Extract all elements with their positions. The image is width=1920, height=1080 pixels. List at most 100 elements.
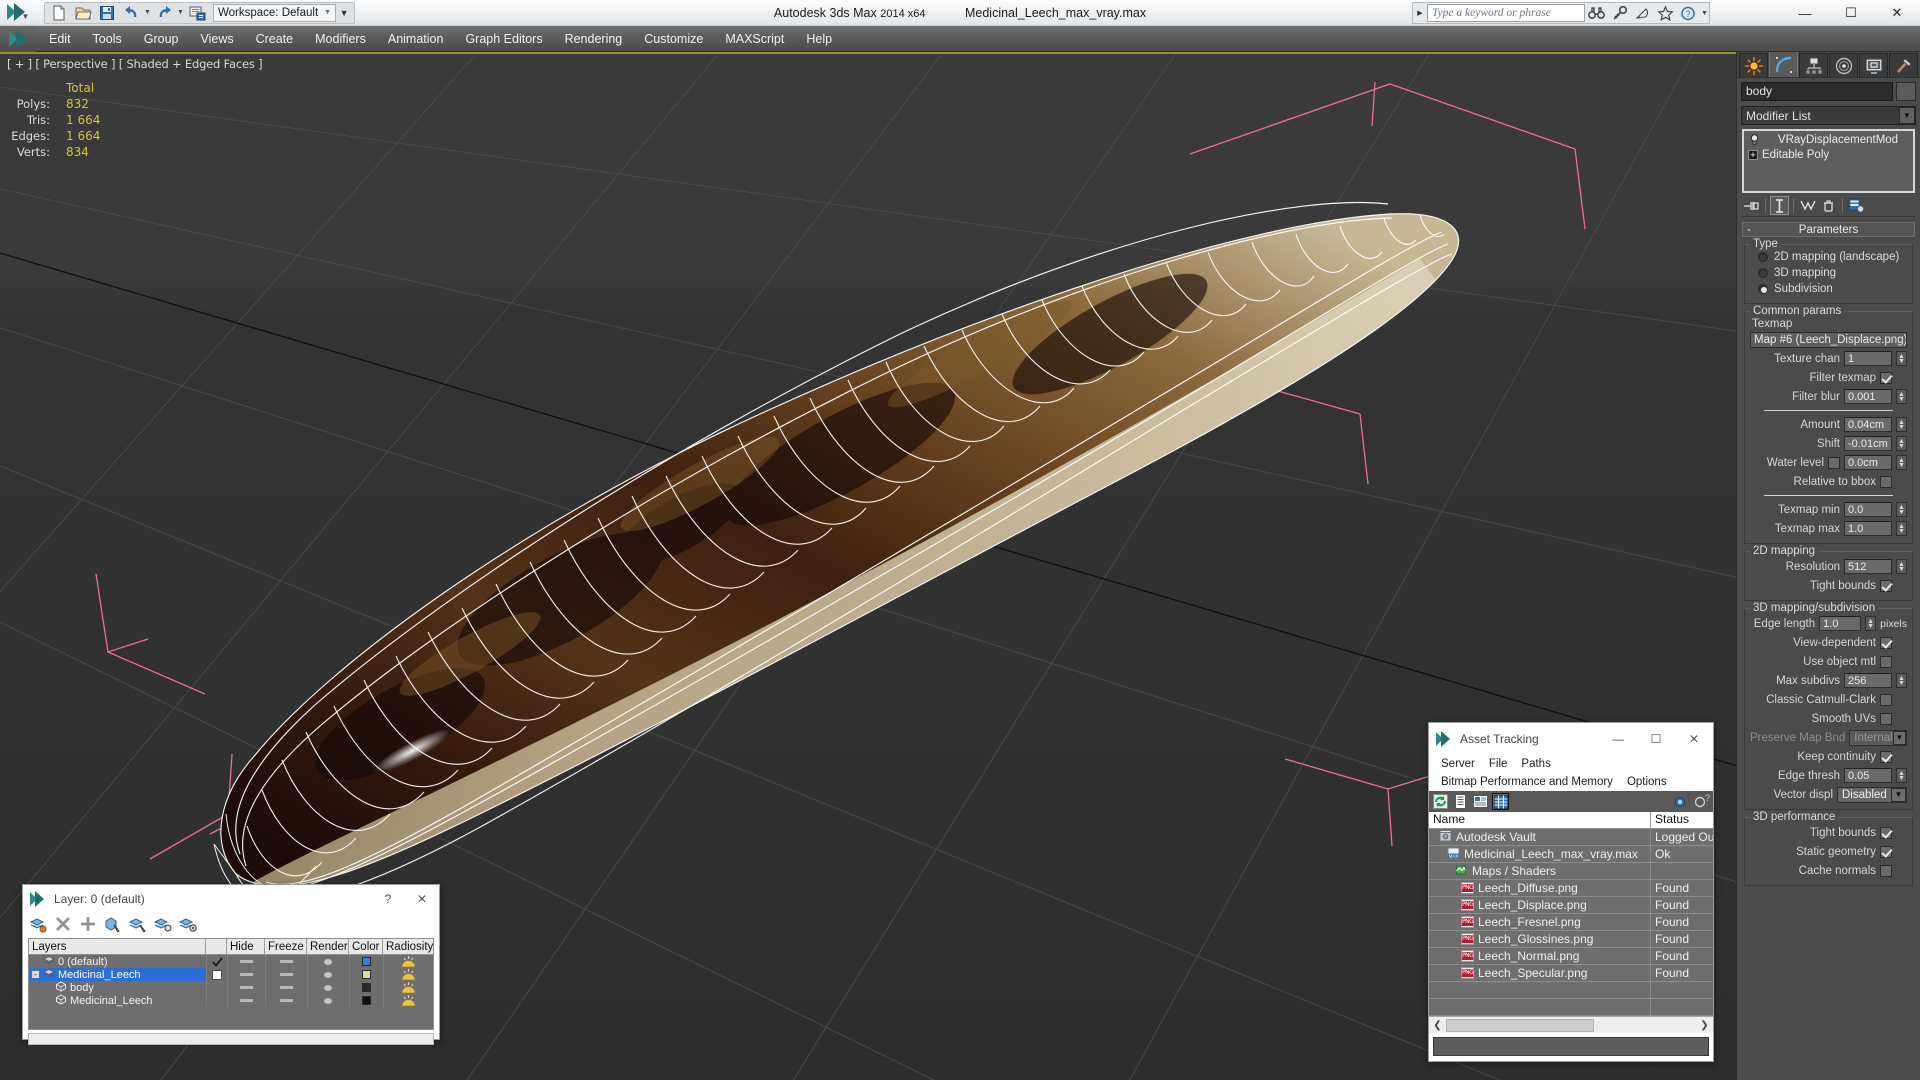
search-input[interactable] [1427,4,1585,22]
max-subdivs-spinner[interactable]: ▲ ▼ [1896,673,1907,688]
vault-query-icon[interactable]: ? [1693,793,1710,810]
asset-horizontal-scrollbar[interactable]: ❮ ❯ [1429,1016,1713,1033]
stack-item-vraydisplacementmod[interactable]: VRayDisplacementMod [1745,132,1912,147]
pin-stack-icon[interactable] [1742,196,1761,215]
render-toggle[interactable] [307,968,349,981]
detail-view-icon[interactable] [1472,793,1489,810]
keep-continuity-checkbox[interactable] [1880,750,1892,763]
binoculars-icon[interactable] [1585,3,1608,24]
smooth-uvs-checkbox[interactable] [1880,712,1892,725]
render-toggle[interactable] [307,955,349,968]
radiosity-icon[interactable] [383,981,433,994]
project-folder-icon[interactable] [185,3,209,23]
menu-item-create[interactable]: Create [245,26,305,52]
table-row[interactable]: Leech_Fresnel.png Found [1429,914,1713,931]
layer-properties-icon[interactable] [179,915,197,933]
delete-layer-icon[interactable] [54,915,72,933]
new-file-icon[interactable] [47,3,71,23]
add-selection-to-layer-icon[interactable] [79,915,97,933]
freeze-toggle[interactable] [265,981,307,994]
asset-menu-options[interactable]: Options [1620,776,1674,788]
static-geometry-checkbox[interactable] [1880,845,1892,858]
modifier-stack[interactable]: VRayDisplacementMod + Editable Poly [1742,129,1915,193]
highlight-selected-objects-icon[interactable] [129,915,147,933]
minimize-button[interactable]: — [1782,0,1828,26]
menu-item-tools[interactable]: Tools [82,26,133,52]
hide-toggle[interactable] [227,994,265,1007]
star-icon[interactable] [1654,3,1677,24]
radiosity-icon[interactable] [383,994,433,1007]
asset-tracking-window[interactable]: Asset Tracking — ☐ ✕ Server File Paths B… [1428,722,1714,1062]
max-subdivs-field[interactable]: 256 [1844,673,1892,688]
asset-menu-paths[interactable]: Paths [1514,758,1557,770]
freeze-toggle[interactable] [265,955,307,968]
menu-item-views[interactable]: Views [189,26,244,52]
redo-dropdown-arrow-icon[interactable]: ▼ [176,9,185,16]
use-object-mtl-checkbox[interactable] [1880,655,1892,668]
layer-close-button[interactable]: ✕ [405,885,439,912]
texmap-min-spinner[interactable]: ▲ ▼ [1896,502,1907,517]
table-row[interactable]: Maps / Shaders [1429,863,1713,880]
column-header-render[interactable]: Render [307,939,349,954]
table-row[interactable]: Leech_Glossines.png Found [1429,931,1713,948]
help-circle-icon[interactable]: ? [1677,3,1700,24]
column-header-hide[interactable]: Hide [227,939,265,954]
edge-thresh-spinner[interactable]: ▲ ▼ [1896,768,1907,783]
create-new-layer-icon[interactable] [29,915,47,933]
table-row[interactable]: Autodesk Vault Logged Ou [1429,829,1713,846]
perf-tight-bounds-checkbox[interactable] [1880,826,1892,839]
satellite-dish-icon[interactable] [1631,3,1654,24]
preserve-map-dropdown[interactable]: Internal ▼ [1849,729,1908,746]
save-file-icon[interactable] [95,3,119,23]
layer-color-swatch[interactable] [349,968,383,981]
list-item[interactable]: - Medicinal_Leech [29,968,433,981]
select-objects-in-layer-icon[interactable] [104,915,122,933]
asset-menu-bitmap-performance[interactable]: Bitmap Performance and Memory [1434,776,1620,788]
shift-field[interactable]: -0.01cm [1844,436,1892,451]
table-row[interactable]: Leech_Normal.png Found [1429,948,1713,965]
asset-minimize-button[interactable]: — [1599,723,1637,755]
list-item[interactable]: body [29,980,433,994]
cache-normals-checkbox[interactable] [1880,864,1892,877]
modify-tab[interactable] [1769,52,1798,77]
layer-list[interactable]: Layers Hide Freeze Render Color Radiosit… [28,938,434,1030]
menu-item-customize[interactable]: Customize [633,26,714,52]
layer-help-button[interactable]: ? [371,885,405,912]
column-header-current[interactable] [206,939,227,954]
vault-status-icon[interactable]: ? [1673,793,1690,810]
redo-icon[interactable] [152,3,176,23]
close-button[interactable]: ✕ [1874,0,1920,26]
hide-toggle[interactable] [227,968,265,981]
object-color-swatch[interactable] [1896,82,1916,101]
table-row[interactable]: Leech_Diffuse.png Found [1429,880,1713,897]
radio-button-icon[interactable] [1758,252,1768,262]
table-row[interactable]: Leech_Specular.png Found [1429,965,1713,982]
radio-button-icon[interactable] [1758,268,1768,278]
texture-chan-field[interactable]: 1 [1844,351,1892,366]
current-layer-check[interactable] [206,968,227,981]
maximize-button[interactable]: ☐ [1828,0,1874,26]
shift-spinner[interactable]: ▲ ▼ [1896,436,1907,451]
texmap-max-field[interactable]: 1.0 [1844,521,1892,536]
filter-texmap-checkbox[interactable] [1880,371,1892,384]
water-level-spinner[interactable]: ▲ ▼ [1896,455,1907,470]
menu-item-group[interactable]: Group [133,26,190,52]
modifier-list-dropdown[interactable]: Modifier List ▼ [1741,106,1916,125]
layer-color-swatch[interactable] [349,994,383,1007]
freeze-toggle[interactable] [265,968,307,981]
asset-menu-file[interactable]: File [1482,758,1515,770]
menu-item-rendering[interactable]: Rendering [554,26,634,52]
configure-modifier-sets-icon[interactable] [1847,196,1866,215]
application-menu-button[interactable]: ▼ [0,0,36,26]
asset-maximize-button[interactable]: ☐ [1637,723,1675,755]
menu-item-graph-editors[interactable]: Graph Editors [454,26,553,52]
scroll-left-icon[interactable]: ❮ [1429,1020,1446,1031]
display-tab[interactable] [1859,53,1888,77]
utilities-tab[interactable] [1889,53,1918,77]
hierarchy-tab[interactable] [1799,53,1828,77]
column-header-name[interactable]: Name [1429,812,1651,828]
freeze-toggle[interactable] [265,994,307,1007]
layer-color-swatch[interactable] [349,981,383,994]
open-file-icon[interactable] [71,3,95,23]
asset-menu-server[interactable]: Server [1434,758,1482,770]
